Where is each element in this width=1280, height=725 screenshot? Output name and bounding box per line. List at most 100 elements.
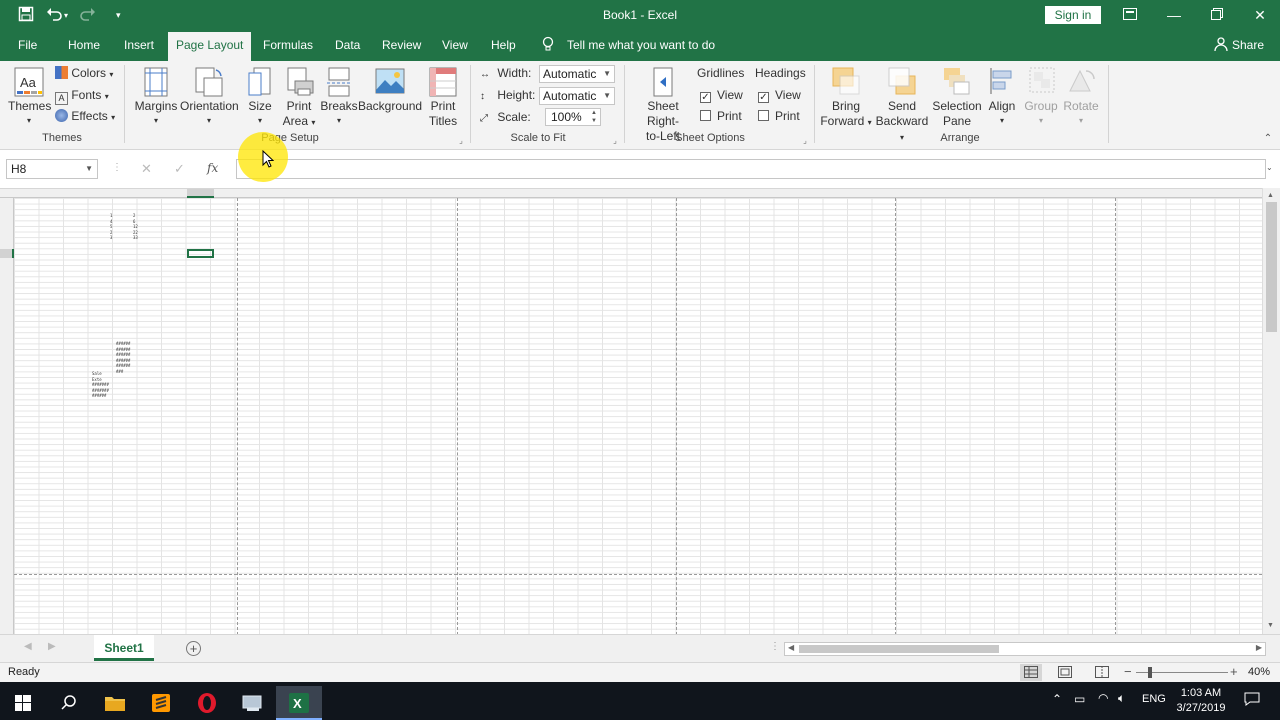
chevron-down-icon[interactable]: ▼ — [85, 160, 93, 178]
selection-pane-button[interactable]: Selection Pane — [930, 99, 984, 129]
worksheet-grid[interactable]: 14523 2 6 12 22 33 ###### ###### ###### ###### #… — [0, 188, 1262, 635]
windows-start-icon[interactable] — [0, 686, 46, 720]
bring-forward-icon[interactable] — [832, 67, 860, 98]
tab-review[interactable]: Review — [382, 38, 421, 52]
margins-icon[interactable] — [143, 67, 169, 100]
margins-button[interactable]: Margins — [132, 99, 180, 114]
tell-me-search[interactable]: Tell me what you want to do — [567, 38, 715, 52]
background-icon[interactable] — [375, 68, 405, 97]
tab-help[interactable]: Help — [491, 38, 516, 52]
scale-to-fit-launcher-icon[interactable]: ⌟ — [610, 133, 620, 148]
size-icon[interactable] — [248, 67, 272, 100]
row-headers[interactable] — [0, 198, 14, 635]
sublime-text-icon[interactable] — [138, 686, 184, 720]
group-icon[interactable] — [1029, 67, 1055, 98]
spinner-arrows-icon[interactable]: ▲ ▼ — [591, 109, 597, 125]
more-icon[interactable]: ⋮ — [770, 641, 780, 652]
themes-icon[interactable]: Aa — [14, 67, 44, 100]
size-dropdown-icon[interactable]: ▾ — [242, 113, 278, 128]
vertical-scrollbar[interactable]: ▲ ▼ — [1262, 188, 1280, 634]
align-icon[interactable] — [989, 67, 1015, 98]
maximize-icon[interactable] — [1205, 4, 1229, 26]
tab-formulas[interactable]: Formulas — [263, 38, 313, 52]
notifications-icon[interactable] — [1244, 692, 1260, 709]
rotate-icon[interactable] — [1068, 67, 1096, 98]
print-area-button[interactable]: Print Area ▾ — [280, 99, 318, 130]
collapse-ribbon-icon[interactable]: ⌃ — [1262, 131, 1274, 146]
file-explorer-icon[interactable] — [92, 686, 138, 720]
more-options-icon[interactable]: ⋮ — [112, 162, 122, 173]
print-titles-icon[interactable] — [429, 67, 457, 100]
horizontal-scrollbar[interactable]: ◀ ▶ — [784, 642, 1266, 656]
name-box[interactable]: H8 ▼ — [6, 159, 98, 179]
cancel-icon[interactable]: ✕ — [141, 161, 152, 177]
expand-formula-bar-icon[interactable]: ⌄ — [1266, 163, 1273, 172]
battery-icon[interactable]: ▭ — [1074, 692, 1085, 706]
ribbon-display-options-icon[interactable] — [1118, 4, 1142, 26]
scrollbar-thumb[interactable] — [799, 645, 999, 653]
headings-print-checkbox[interactable]: Print — [758, 109, 800, 123]
group-dropdown-icon[interactable]: ▾ — [1022, 113, 1060, 128]
sign-in-button[interactable]: Sign in — [1045, 6, 1101, 24]
gridlines-print-checkbox[interactable]: Print — [700, 109, 742, 123]
width-select[interactable]: Automatic ▼ — [539, 65, 615, 83]
scrollbar-thumb[interactable] — [1266, 202, 1277, 332]
rotate-dropdown-icon[interactable]: ▾ — [1060, 113, 1102, 128]
scroll-down-icon[interactable]: ▼ — [1267, 622, 1274, 629]
share-icon[interactable] — [1214, 37, 1228, 54]
orientation-button[interactable]: Orientation — [180, 99, 239, 114]
fonts-button[interactable]: A Fonts ▾ — [55, 88, 109, 105]
tab-data[interactable]: Data — [335, 38, 360, 52]
network-app-icon[interactable] — [230, 686, 276, 720]
selection-pane-icon[interactable] — [943, 67, 971, 98]
minimize-icon[interactable]: — — [1162, 4, 1186, 26]
zoom-level[interactable]: 40% — [1248, 666, 1270, 678]
height-select[interactable]: Automatic ▼ — [539, 87, 615, 105]
cell-area[interactable] — [14, 198, 1262, 635]
tab-file[interactable]: File — [18, 38, 37, 52]
breaks-button[interactable]: Breaks — [320, 99, 358, 114]
send-backward-icon[interactable] — [888, 67, 916, 98]
previous-sheet-icon[interactable]: ◀ — [24, 641, 32, 652]
themes-button[interactable]: Themes — [8, 99, 51, 114]
zoom-slider-thumb[interactable] — [1148, 667, 1152, 678]
show-hidden-icons-icon[interactable]: ⌃ — [1052, 692, 1062, 706]
page-setup-launcher-icon[interactable]: ⌟ — [456, 133, 466, 148]
clock[interactable]: 1:03 AM 3/27/2019 — [1168, 686, 1234, 716]
zoom-in-icon[interactable]: + — [1230, 664, 1238, 679]
orientation-dropdown-icon[interactable]: ▾ — [180, 113, 238, 128]
volume-icon[interactable]: 🔈︎ — [1118, 691, 1125, 706]
headings-view-checkbox[interactable]: ✓ View — [758, 88, 801, 103]
sheet-tab-sheet1[interactable]: Sheet1 — [94, 635, 154, 661]
orientation-icon[interactable] — [194, 66, 224, 101]
sheet-right-to-left-icon[interactable] — [652, 67, 674, 100]
rotate-button[interactable]: Rotate — [1060, 99, 1102, 114]
scroll-up-icon[interactable]: ▲ — [1267, 192, 1274, 199]
language-indicator[interactable]: ENG — [1142, 693, 1166, 705]
tab-page-layout[interactable]: Page Layout — [168, 32, 252, 61]
background-button[interactable]: Background — [358, 99, 422, 114]
page-break-preview-icon[interactable] — [1095, 666, 1109, 681]
bring-forward-button[interactable]: Bring Forward ▾ — [818, 99, 874, 130]
share-button[interactable]: Share — [1232, 38, 1264, 52]
sheet-options-launcher-icon[interactable]: ⌟ — [800, 133, 810, 148]
active-cell[interactable] — [187, 249, 214, 258]
gridlines-view-checkbox[interactable]: ✓ View — [700, 88, 743, 103]
tab-view[interactable]: View — [442, 38, 468, 52]
formula-input[interactable] — [236, 159, 1266, 179]
add-sheet-icon[interactable]: + — [186, 641, 201, 656]
insert-function-icon[interactable]: fx — [207, 161, 218, 175]
scroll-right-icon[interactable]: ▶ — [1256, 643, 1262, 652]
wifi-icon[interactable]: ◠ — [1098, 691, 1108, 705]
breaks-icon[interactable] — [326, 67, 352, 100]
colors-button[interactable]: Colors ▾ — [55, 66, 113, 80]
print-area-icon[interactable] — [285, 67, 315, 100]
tab-home[interactable]: Home — [68, 38, 100, 52]
print-titles-button[interactable]: Print Titles — [424, 99, 462, 129]
size-button[interactable]: Size — [242, 99, 278, 114]
breaks-dropdown-icon[interactable]: ▾ — [320, 113, 358, 128]
tab-insert[interactable]: Insert — [124, 38, 154, 52]
page-layout-view-icon[interactable] — [1058, 666, 1072, 681]
scroll-left-icon[interactable]: ◀ — [788, 643, 794, 652]
align-button[interactable]: Align — [984, 99, 1020, 114]
